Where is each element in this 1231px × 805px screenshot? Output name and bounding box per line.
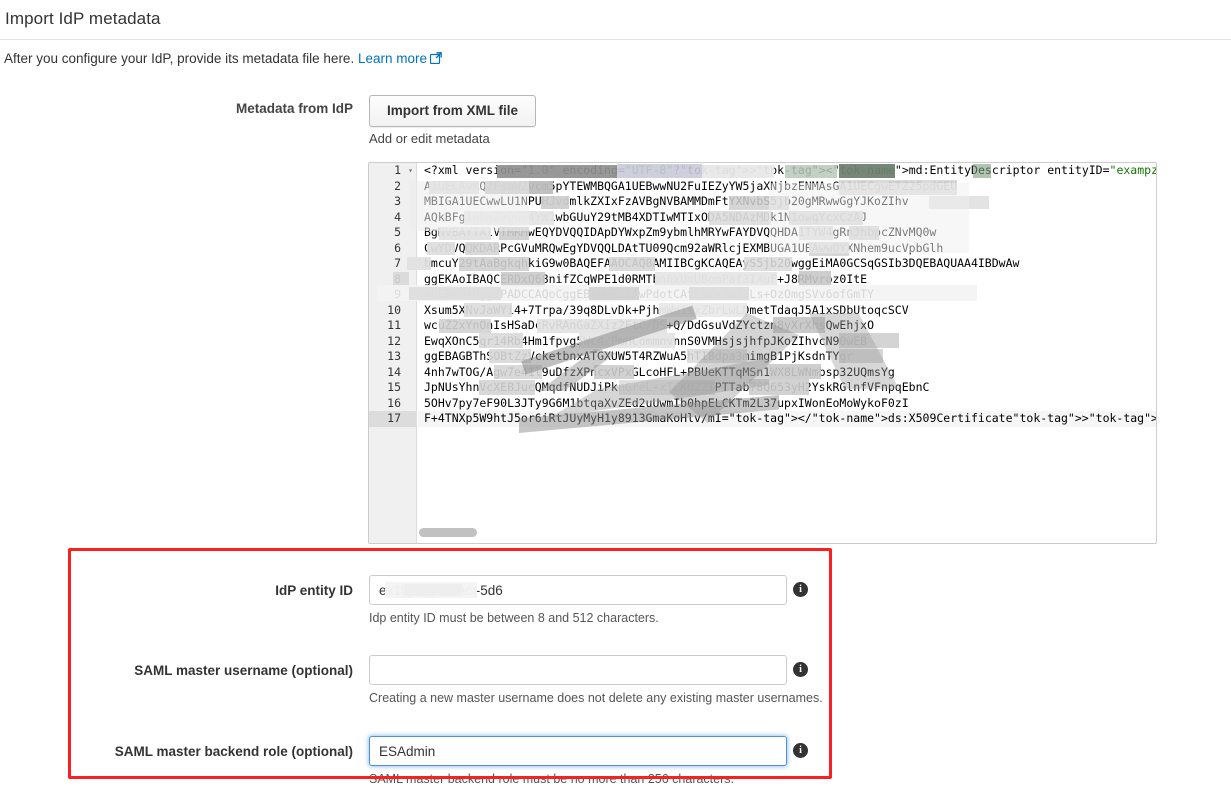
info-icon[interactable]: i [793, 582, 808, 597]
editor-line-number: 9 [394, 287, 401, 301]
form-field-help-text: Creating a new master username does not … [369, 691, 823, 705]
editor-code-line: BgNVBAYTAlVTMRMwEQYDVQQIDApDYWxpZm9ybmlh… [424, 225, 937, 239]
editor-code-line: ggEKAoIBAQCERDxQ68nifZCqWPE1d0RMTbn6xUmU… [424, 271, 868, 286]
editor-code-area[interactable]: <?xml version="1.0" encoding="UTF-8"?"to… [418, 163, 1156, 543]
editor-code-line: 4nh7wTOG/Agw7e41l9uDfzXPncxVPxGLcoHFL+PB… [424, 364, 895, 379]
editor-code-line: <?xml version="1.0" encoding="UTF-8"?"to… [424, 163, 1156, 177]
form-field-label: SAML master username (optional) [134, 663, 353, 678]
form-field-input[interactable] [369, 655, 787, 685]
editor-horizontal-scrollbar[interactable] [419, 528, 1156, 537]
editor-line-number: 6 [394, 240, 401, 255]
editor-code-line: ggEBAGBThSOBtZzVcketbnxATGXUW5T4RZWuA5hT… [424, 349, 854, 363]
editor-line-number: 8 [394, 271, 401, 286]
editor-line-number: 14 [387, 364, 401, 379]
editor-code-line: wcuZ2xYnOnIsHSaDcRvRAnGaZXiz2FtC/DS+Q/Dd… [424, 318, 875, 332]
editor-scrollbar-thumb[interactable] [419, 528, 477, 537]
external-link-icon [429, 51, 442, 69]
metadata-code-editor[interactable]: 1 ▾ 2 3 4 5 6 7 8 9 10 11 12 13 14 15 16 17 <?xml version… [368, 162, 1157, 544]
editor-line-number: 4 [394, 209, 401, 224]
editor-line-number: 11 [387, 318, 401, 332]
editor-code-line: EwqXOnC5qr14Rb4Hm1fpvg5Wc4/PmHCommnvnnS0… [424, 333, 868, 348]
learn-more-link[interactable]: Learn more [358, 51, 427, 66]
page-title: Import IdP metadata [5, 9, 161, 28]
editor-line-number: 3 [394, 194, 401, 208]
form-field-input[interactable] [369, 736, 787, 766]
form-field-label: IdP entity ID [275, 583, 353, 598]
editor-line-number-gutter: 1 ▾ 2 3 4 5 6 7 8 9 10 11 12 13 14 15 16 17 [369, 163, 417, 543]
editor-line-number: 7 [394, 256, 401, 270]
code-fold-chevron-down-icon[interactable]: ▾ [408, 163, 413, 179]
editor-line-number: 13 [387, 349, 401, 363]
editor-line-number: 16 [387, 395, 401, 410]
editor-code-line: Xsum5XNvJaWYi4+7Trpa/39q8DLvDk+PjhmWnisx… [424, 302, 909, 317]
form-field-label: SAML master backend role (optional) [114, 744, 353, 759]
subtitle-text: After you configure your IdP, provide it… [4, 51, 355, 66]
editor-code-line: MBIGA1UECwwLU1NPUHJvdmlkZXIxFzAVBgNVBAMM… [424, 194, 909, 208]
editor-line-number: 1 ▾ [394, 163, 413, 179]
editor-line-number: 17 [369, 411, 416, 427]
import-from-xml-file-button[interactable]: Import from XML file [369, 95, 537, 127]
form-field-input[interactable] [369, 575, 787, 605]
metadata-help-text: Add or edit metadata [369, 131, 490, 146]
page-subtitle: After you configure your IdP, provide it… [0, 40, 1231, 69]
editor-line-number: 10 [387, 302, 401, 317]
editor-code-line: A1UECAwKQ2FsaWZvcm5pYTEWMBQGA1UEBwwNU2Fu… [424, 178, 958, 193]
form-field-help-text: SAML master backend role must be no more… [369, 772, 734, 786]
editor-code-line: CwYDVQQKDARPcGVuMRQwEgYDVQQLDAtTU09Qcm92… [424, 240, 944, 255]
editor-code-line: AQEBBQADggEPADCCAQoCggEBAMURL1AwPdotCAtL… [424, 287, 875, 301]
info-icon[interactable]: i [793, 743, 808, 758]
form-field-help-text: Idp entity ID must be between 8 and 512 … [369, 611, 659, 625]
editor-code-line: F+4TNXp5W9htJ5or6iRtJUyMyH1y8913GmaKoHlv… [418, 411, 1156, 427]
editor-code-line: AQkBFg1pbmZvQGV4YW1wbGUuY29tMB4XDTIwMTIx… [424, 209, 868, 224]
editor-line-number: 12 [387, 333, 401, 348]
info-icon[interactable]: i [793, 662, 808, 677]
editor-line-number: 5 [394, 225, 401, 239]
editor-line-number: 2 [394, 178, 401, 193]
editor-code-line: bmcuY29tAaBgkqhkiG9w0BAQEFAAOCAQ8AMIIBCg… [424, 256, 1020, 270]
page-header: Import IdP metadata After you configure … [0, 0, 1231, 69]
metadata-from-idp-label: Metadata from IdP [235, 101, 353, 116]
editor-line-number: 15 [387, 380, 401, 394]
editor-code-line: 5OHv7py7eF90L3JTy9G6M1btqaXvZEd2uUwmIb0h… [424, 395, 909, 410]
editor-code-line: JpNUsYhnVcXEBJucQMqdfNUDJiPknGreL+xTCKOZ… [424, 380, 930, 394]
